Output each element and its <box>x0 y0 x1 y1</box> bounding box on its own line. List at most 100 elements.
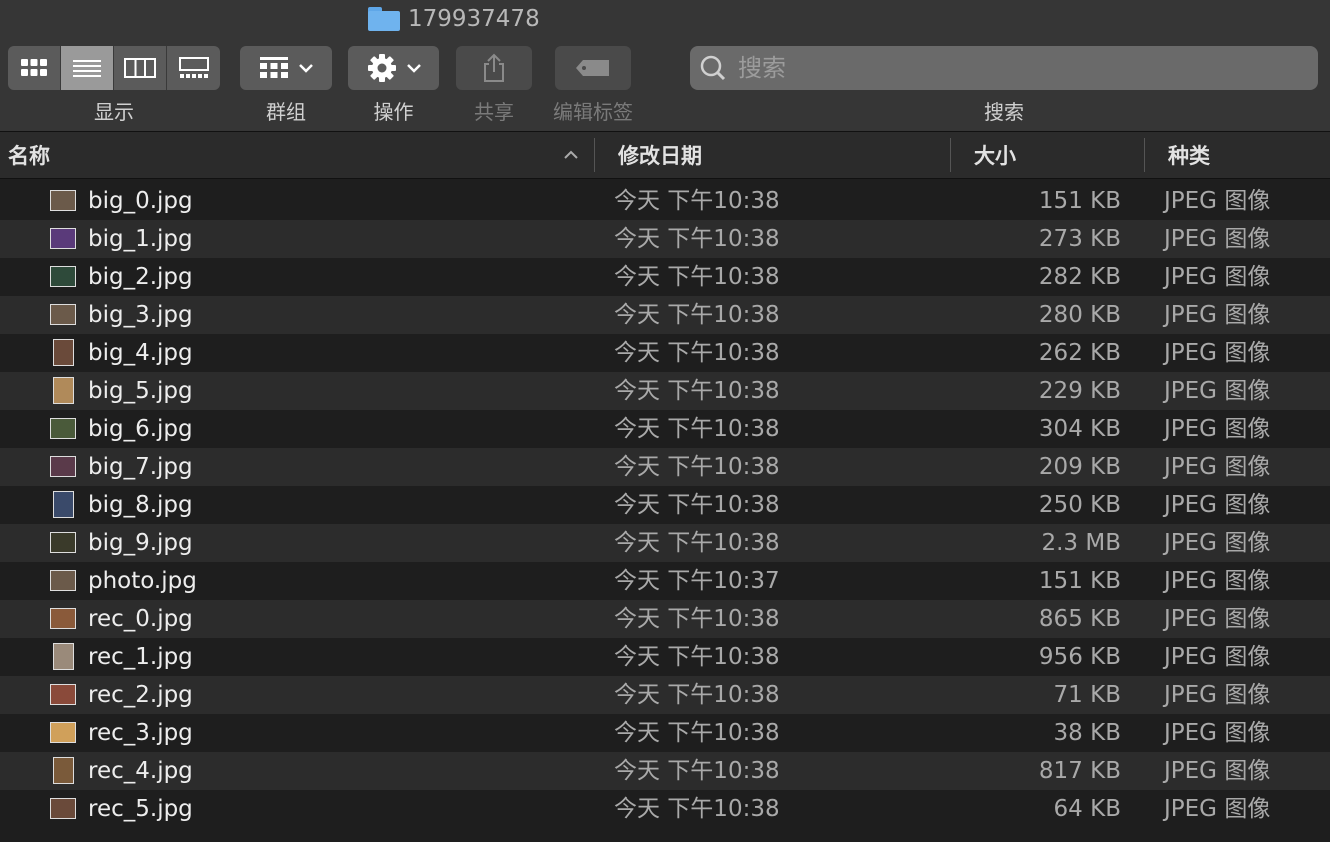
image-thumbnail-icon <box>53 491 74 518</box>
file-kind: JPEG 图像 <box>1164 454 1271 480</box>
image-thumbnail-icon <box>53 377 74 404</box>
file-date: 今天 下午10:38 <box>614 796 780 822</box>
file-row[interactable]: big_7.jpg 今天 下午10:38 209 KB JPEG 图像 <box>0 448 1330 486</box>
image-thumbnail-icon <box>53 757 74 784</box>
file-kind: JPEG 图像 <box>1164 226 1271 252</box>
search-input[interactable] <box>736 47 1318 89</box>
column-view-button[interactable] <box>114 46 167 90</box>
file-date: 今天 下午10:38 <box>614 454 780 480</box>
file-date: 今天 下午10:38 <box>614 416 780 442</box>
file-name: rec_4.jpg <box>88 758 193 784</box>
group-caption: 群组 <box>266 100 306 124</box>
file-name: rec_2.jpg <box>88 682 193 708</box>
list-view-icon <box>73 60 101 77</box>
image-thumbnail-icon <box>53 643 74 670</box>
file-size: 71 KB <box>1053 682 1121 708</box>
tag-icon <box>576 60 609 76</box>
image-thumbnail-icon <box>53 339 74 366</box>
file-name: rec_3.jpg <box>88 720 193 746</box>
file-date: 今天 下午10:38 <box>614 264 780 290</box>
image-thumbnail-icon <box>50 684 76 705</box>
group-button[interactable] <box>240 46 332 90</box>
file-name: big_2.jpg <box>88 264 193 290</box>
search-icon <box>700 55 726 81</box>
file-size: 262 KB <box>1038 340 1121 366</box>
view-mode-control <box>8 46 220 90</box>
file-size: 2.3 MB <box>1041 530 1121 556</box>
file-row[interactable]: big_6.jpg 今天 下午10:38 304 KB JPEG 图像 <box>0 410 1330 448</box>
file-date: 今天 下午10:38 <box>614 226 780 252</box>
file-kind: JPEG 图像 <box>1164 644 1271 670</box>
file-row[interactable]: big_9.jpg 今天 下午10:38 2.3 MB JPEG 图像 <box>0 524 1330 562</box>
column-header: 名称 修改日期 大小 种类 <box>0 132 1330 179</box>
gallery-view-icon <box>178 57 209 78</box>
file-name: big_6.jpg <box>88 416 193 442</box>
action-button[interactable] <box>348 46 439 90</box>
file-row[interactable]: big_4.jpg 今天 下午10:38 262 KB JPEG 图像 <box>0 334 1330 372</box>
image-thumbnail-icon <box>50 266 76 287</box>
column-date-label: 修改日期 <box>618 144 702 168</box>
file-row[interactable]: rec_5.jpg 今天 下午10:38 64 KB JPEG 图像 <box>0 790 1330 828</box>
file-row[interactable]: big_1.jpg 今天 下午10:38 273 KB JPEG 图像 <box>0 220 1330 258</box>
file-kind: JPEG 图像 <box>1164 340 1271 366</box>
file-kind: JPEG 图像 <box>1164 682 1271 708</box>
file-kind: JPEG 图像 <box>1164 568 1271 594</box>
file-name: big_3.jpg <box>88 302 193 328</box>
column-size-label: 大小 <box>974 144 1016 168</box>
file-row[interactable]: rec_1.jpg 今天 下午10:38 956 KB JPEG 图像 <box>0 638 1330 676</box>
file-row[interactable]: rec_4.jpg 今天 下午10:38 817 KB JPEG 图像 <box>0 752 1330 790</box>
file-kind: JPEG 图像 <box>1164 492 1271 518</box>
file-row[interactable]: big_2.jpg 今天 下午10:38 282 KB JPEG 图像 <box>0 258 1330 296</box>
image-thumbnail-icon <box>50 456 76 477</box>
file-size: 273 KB <box>1038 226 1121 252</box>
file-kind: JPEG 图像 <box>1164 530 1271 556</box>
file-name: rec_0.jpg <box>88 606 193 632</box>
file-list: big_0.jpg 今天 下午10:38 151 KB JPEG 图像 big_1.jp… <box>0 182 1330 828</box>
file-row[interactable]: photo.jpg 今天 下午10:37 151 KB JPEG 图像 <box>0 562 1330 600</box>
file-row[interactable]: big_8.jpg 今天 下午10:38 250 KB JPEG 图像 <box>0 486 1330 524</box>
column-kind-label: 种类 <box>1168 144 1210 168</box>
file-name: big_1.jpg <box>88 226 193 252</box>
column-name[interactable]: 名称 <box>8 132 594 178</box>
share-button[interactable] <box>456 46 532 90</box>
file-kind: JPEG 图像 <box>1164 796 1271 822</box>
file-row[interactable]: rec_0.jpg 今天 下午10:38 865 KB JPEG 图像 <box>0 600 1330 638</box>
file-name: big_9.jpg <box>88 530 193 556</box>
file-size: 280 KB <box>1038 302 1121 328</box>
search-field[interactable] <box>690 46 1318 90</box>
file-kind: JPEG 图像 <box>1164 720 1271 746</box>
file-row[interactable]: rec_3.jpg 今天 下午10:38 38 KB JPEG 图像 <box>0 714 1330 752</box>
column-date[interactable]: 修改日期 <box>618 132 702 178</box>
file-row[interactable]: big_5.jpg 今天 下午10:38 229 KB JPEG 图像 <box>0 372 1330 410</box>
list-view-button[interactable] <box>61 46 114 90</box>
file-kind: JPEG 图像 <box>1164 264 1271 290</box>
file-name: big_0.jpg <box>88 188 193 214</box>
file-kind: JPEG 图像 <box>1164 606 1271 632</box>
image-thumbnail-icon <box>50 570 76 591</box>
column-divider <box>1144 138 1145 172</box>
file-date: 今天 下午10:38 <box>614 720 780 746</box>
file-kind: JPEG 图像 <box>1164 302 1271 328</box>
file-name: big_4.jpg <box>88 340 193 366</box>
file-size: 151 KB <box>1038 188 1121 214</box>
file-name: rec_1.jpg <box>88 644 193 670</box>
gallery-view-button[interactable] <box>167 46 220 90</box>
column-divider <box>950 138 951 172</box>
group-icon <box>260 57 288 78</box>
file-kind: JPEG 图像 <box>1164 188 1271 214</box>
file-row[interactable]: big_0.jpg 今天 下午10:38 151 KB JPEG 图像 <box>0 182 1330 220</box>
chevron-down-icon <box>299 64 313 73</box>
edit-tags-button[interactable] <box>555 46 631 90</box>
file-row[interactable]: big_3.jpg 今天 下午10:38 280 KB JPEG 图像 <box>0 296 1330 334</box>
image-thumbnail-icon <box>50 418 76 439</box>
share-caption: 共享 <box>474 100 514 124</box>
column-size[interactable]: 大小 <box>974 132 1016 178</box>
file-date: 今天 下午10:37 <box>614 568 780 594</box>
file-row[interactable]: rec_2.jpg 今天 下午10:38 71 KB JPEG 图像 <box>0 676 1330 714</box>
file-size: 250 KB <box>1038 492 1121 518</box>
column-divider <box>594 138 595 172</box>
icon-view-icon <box>21 59 47 76</box>
image-thumbnail-icon <box>50 532 76 553</box>
icon-view-button[interactable] <box>8 46 61 90</box>
column-kind[interactable]: 种类 <box>1168 132 1210 178</box>
